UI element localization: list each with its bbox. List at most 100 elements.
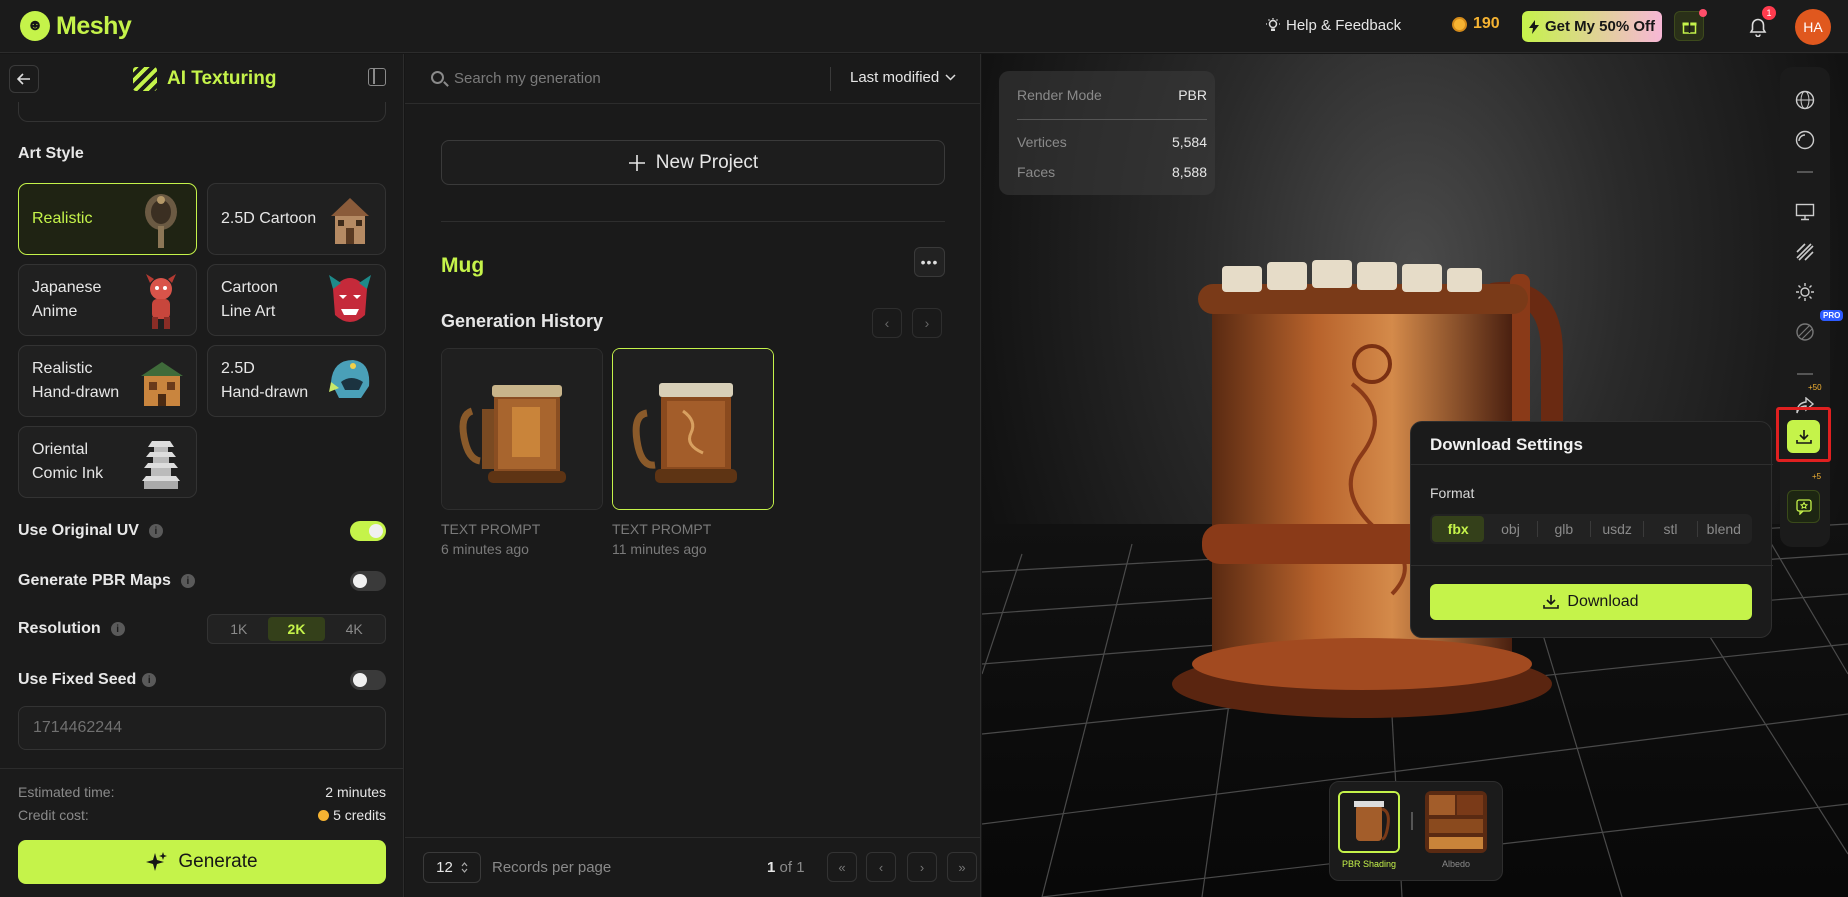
material-pbr-shading[interactable] xyxy=(1338,791,1400,853)
style-card-2-5d-hand-drawn[interactable]: 2.5D Hand-drawn xyxy=(207,345,386,417)
history-prev-button[interactable]: ‹ xyxy=(872,308,902,338)
project-name[interactable]: Mug xyxy=(441,254,484,278)
page-current: 1 xyxy=(767,859,776,876)
divider xyxy=(1797,171,1813,173)
download-label: Download xyxy=(1567,593,1639,610)
use-original-uv-label: Use Original UV xyxy=(18,522,139,539)
material-ball-icon[interactable] xyxy=(1795,322,1815,342)
more-options-button[interactable]: ••• xyxy=(914,247,945,277)
promo-button[interactable]: Get My 50% Off xyxy=(1522,11,1662,42)
estimated-time-label: Estimated time: xyxy=(18,784,115,800)
sun-icon[interactable] xyxy=(1795,282,1815,302)
panel-title-text: AI Texturing xyxy=(167,68,277,89)
style-card-2-5d-cartoon[interactable]: 2.5D Cartoon xyxy=(207,183,386,255)
wireframe-sphere-icon[interactable] xyxy=(1795,90,1815,110)
format-option-blend[interactable]: blend xyxy=(1698,516,1750,542)
double-chevron-left-icon: « xyxy=(838,859,846,875)
viewport-toolbar: PRO +50 +5 xyxy=(1780,67,1844,547)
credits-counter[interactable]: 190 xyxy=(1452,15,1500,33)
material-label-albedo: Albedo xyxy=(1441,859,1471,869)
divider xyxy=(1411,565,1773,566)
mug-thumbnail xyxy=(613,349,773,509)
generation-card[interactable] xyxy=(441,348,603,510)
divider xyxy=(1017,119,1207,120)
material-tray: PBR Shading Albedo xyxy=(1329,781,1503,881)
help-feedback-button[interactable]: Help & Feedback xyxy=(1266,17,1401,34)
sort-dropdown[interactable]: Last modified xyxy=(850,69,956,86)
search-input[interactable]: Search my generation xyxy=(454,70,601,87)
resolution-label: Resolution xyxy=(18,620,101,637)
format-option-usdz[interactable]: usdz xyxy=(1591,516,1643,542)
fixed-seed-toggle[interactable] xyxy=(350,670,386,690)
new-project-button[interactable]: New Project xyxy=(441,140,945,185)
gift-dot xyxy=(1699,9,1707,17)
material-albedo[interactable] xyxy=(1425,791,1487,853)
info-icon[interactable]: i xyxy=(148,524,163,538)
info-icon[interactable]: i xyxy=(110,622,125,636)
search-icon xyxy=(431,71,444,84)
style-card-cartoon-line-art[interactable]: Cartoon Line Art xyxy=(207,264,386,336)
records-per-page-label: Records per page xyxy=(492,859,612,876)
style-thumb-line-art xyxy=(329,275,371,322)
pagination-bar: 12 Records per page 1 of 1 « ‹ › » xyxy=(405,837,981,897)
generation-card-selected[interactable] xyxy=(612,348,774,510)
faces-row: Faces 8,588 xyxy=(1017,164,1207,180)
toggle-knob xyxy=(369,524,383,538)
back-button[interactable] xyxy=(9,65,39,93)
format-option-glb[interactable]: glb xyxy=(1538,516,1590,542)
resolution-option-2k[interactable]: 2K xyxy=(267,617,326,641)
format-label: Format xyxy=(1430,485,1475,501)
download-button[interactable]: Download xyxy=(1430,584,1752,620)
resolution-option-1k[interactable]: 1K xyxy=(210,617,268,641)
style-label: Realistic Hand-drawn xyxy=(32,360,120,401)
generation-time: 11 minutes ago xyxy=(612,541,707,557)
format-option-fbx[interactable]: fbx xyxy=(1432,516,1485,542)
style-thumb-cartoon xyxy=(331,198,369,244)
generate-button[interactable]: Generate xyxy=(18,840,386,884)
use-original-uv-row: Use Original UV i xyxy=(18,517,386,545)
info-icon[interactable]: i xyxy=(180,574,195,588)
monitor-icon[interactable] xyxy=(1795,202,1815,222)
fixed-seed-label: Use Fixed Seed xyxy=(18,671,137,688)
search-bar: Search my generation Last modified xyxy=(405,54,981,104)
resolution-option-4k[interactable]: 4K xyxy=(325,617,383,641)
generate-pbr-toggle[interactable] xyxy=(350,571,386,591)
texture-stripes-icon[interactable] xyxy=(1795,242,1815,262)
resolution-row: Resolution i 1K 2K 4K xyxy=(18,614,386,644)
generate-pbr-row: Generate PBR Maps i xyxy=(18,567,386,595)
prev-page-button[interactable]: ‹ xyxy=(866,852,896,882)
style-card-japanese-anime[interactable]: Japanese Anime xyxy=(18,264,197,336)
solid-sphere-icon[interactable] xyxy=(1795,130,1815,150)
avatar[interactable]: HA xyxy=(1795,9,1831,45)
collapse-panel-icon[interactable] xyxy=(368,68,386,86)
style-card-realistic[interactable]: Realistic xyxy=(18,183,197,255)
updown-icon xyxy=(461,862,468,873)
divider xyxy=(1411,812,1413,830)
share-bonus-tag: +50 xyxy=(1808,383,1822,392)
info-icon[interactable]: i xyxy=(142,673,157,687)
generations-panel: Search my generation Last modified New P… xyxy=(405,54,981,897)
format-option-stl[interactable]: stl xyxy=(1644,516,1696,542)
style-card-realistic-hand-drawn[interactable]: Realistic Hand-drawn xyxy=(18,345,197,417)
material-label-pbr: PBR Shading xyxy=(1341,859,1397,869)
seed-input[interactable]: 1714462244 xyxy=(18,706,386,750)
last-page-button[interactable]: » xyxy=(947,852,977,882)
history-next-button[interactable]: › xyxy=(912,308,942,338)
gift-button[interactable] xyxy=(1674,9,1707,41)
divider xyxy=(830,67,831,91)
favorite-button[interactable] xyxy=(1787,490,1820,523)
first-page-button[interactable]: « xyxy=(827,852,857,882)
style-card-oriental-comic-ink[interactable]: Oriental Comic Ink xyxy=(18,426,197,498)
3d-viewport[interactable]: Render Mode PBR Vertices 5,584 Faces 8,5… xyxy=(982,54,1848,897)
next-page-button[interactable]: › xyxy=(907,852,937,882)
meshy-logo[interactable]: ☻ Meshy xyxy=(20,11,132,41)
generation-time: 6 minutes ago xyxy=(441,541,529,557)
credits-value: 190 xyxy=(1473,15,1500,32)
prompt-input-edge[interactable] xyxy=(18,102,386,122)
chevron-left-icon: ‹ xyxy=(884,315,890,331)
format-option-obj[interactable]: obj xyxy=(1484,516,1536,542)
lightning-icon xyxy=(1528,19,1539,34)
use-original-uv-toggle[interactable] xyxy=(350,521,386,541)
render-mode-label: Render Mode xyxy=(1017,87,1102,103)
per-page-select[interactable]: 12 xyxy=(423,852,481,883)
